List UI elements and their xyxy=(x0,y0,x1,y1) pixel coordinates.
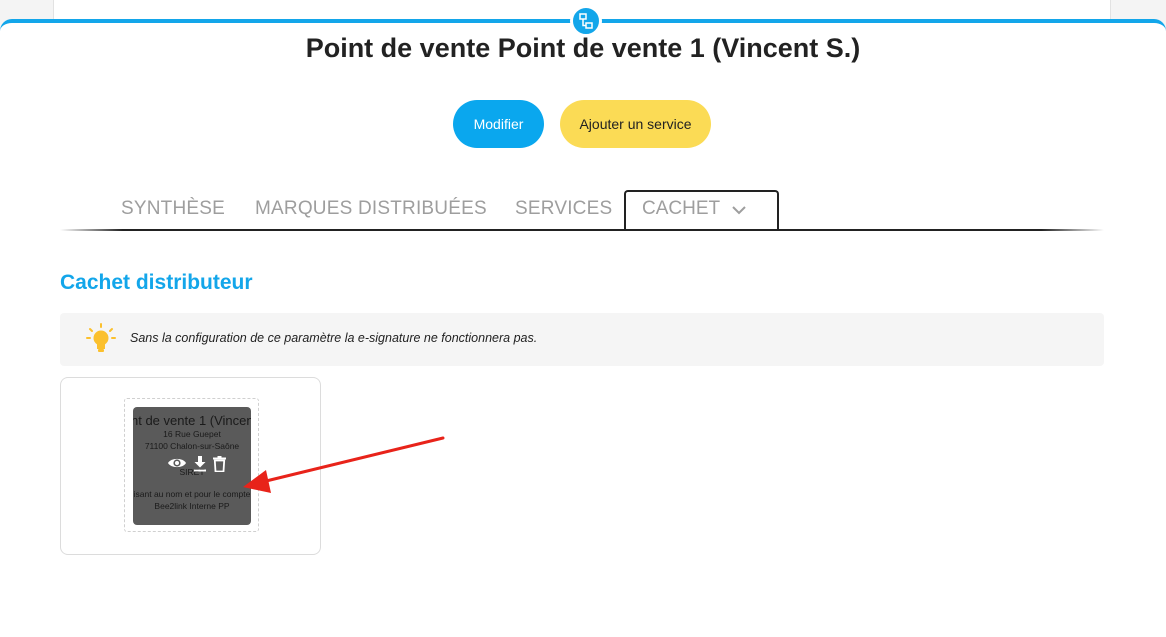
stamp-actions xyxy=(167,456,226,477)
tab-bar: SYNTHÈSE MARQUES DISTRIBUÉES SERVICES CA… xyxy=(0,190,1166,230)
ajouter-service-button[interactable]: Ajouter un service xyxy=(560,100,711,148)
tab-services[interactable]: SERVICES xyxy=(515,198,612,220)
trash-icon[interactable] xyxy=(213,456,226,477)
info-text: Sans la configuration de ce paramètre la… xyxy=(130,331,538,345)
stamp-line-2: 16 Rue Guepet xyxy=(163,429,221,439)
eye-icon[interactable] xyxy=(167,456,187,477)
tab-marques-distribuees[interactable]: MARQUES DISTRIBUÉES xyxy=(255,198,487,220)
tab-cachet[interactable]: CACHET xyxy=(624,190,779,230)
stamp-preview: nt de vente 1 (Vincent 16 Rue Guepet 711… xyxy=(133,407,251,525)
tab-underline xyxy=(60,229,1104,231)
page-title: Point de vente Point de vente 1 (Vincent… xyxy=(305,33,861,63)
stamp-line-5: isant au nom et pour le compte xyxy=(133,489,251,499)
download-icon[interactable] xyxy=(193,456,207,477)
tab-cachet-label: CACHET xyxy=(642,198,721,219)
stamp-line-6: Bee2link Interne PP xyxy=(154,501,230,511)
stamp-line-1: nt de vente 1 (Vincent xyxy=(133,413,251,428)
modifier-button[interactable]: Modifier xyxy=(453,100,544,148)
stamp-card: nt de vente 1 (Vincent 16 Rue Guepet 711… xyxy=(60,377,321,555)
info-banner: Sans la configuration de ce paramètre la… xyxy=(60,313,1104,366)
lightbulb-icon xyxy=(86,323,116,360)
stamp-line-3: 71100 Chalon-sur-Saône xyxy=(144,441,240,451)
stamp-dropzone[interactable]: nt de vente 1 (Vincent 16 Rue Guepet 711… xyxy=(124,398,259,532)
section-title: Cachet distributeur xyxy=(60,271,253,294)
tab-synthese[interactable]: SYNTHÈSE xyxy=(121,198,225,220)
chevron-down-icon xyxy=(732,202,746,220)
